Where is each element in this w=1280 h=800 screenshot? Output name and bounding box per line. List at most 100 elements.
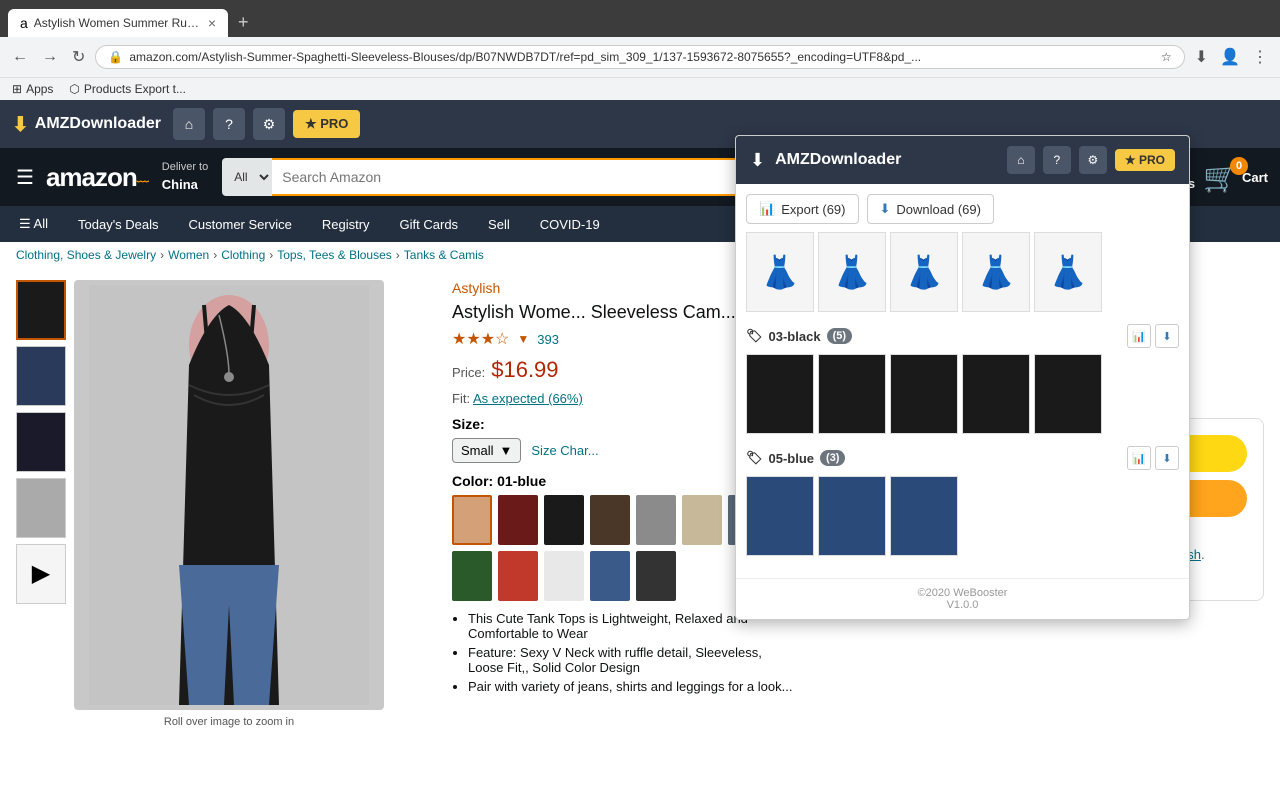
amz-footer-version: V1.0.0 bbox=[744, 599, 1181, 611]
color-swatch-12[interactable] bbox=[636, 551, 676, 601]
size-dropdown[interactable]: Small ▼ bbox=[452, 438, 521, 463]
amz-overlay-home-button[interactable]: ⌂ bbox=[1007, 146, 1035, 174]
color-swatch-6[interactable] bbox=[682, 495, 722, 545]
black-thumb-3[interactable] bbox=[890, 354, 958, 434]
address-bar[interactable]: 🔒 amazon.com/Astylish-Summer-Spaghetti-S… bbox=[95, 45, 1184, 69]
amz-action-bar: 📊 Export (69) ⬇ Download (69) bbox=[746, 194, 1179, 224]
products-export-bookmark[interactable]: ⬡ Products Export t... bbox=[69, 82, 186, 96]
main-product-image[interactable] bbox=[74, 280, 384, 710]
black-thumb-2[interactable] bbox=[818, 354, 886, 434]
thumbnail-5-video[interactable]: ▶ bbox=[16, 544, 66, 604]
breadcrumb-women[interactable]: Women bbox=[168, 248, 209, 262]
bullet-3: Pair with variety of jeans, shirts and l… bbox=[468, 679, 800, 694]
thumbnail-4[interactable] bbox=[16, 478, 66, 538]
amz-overlay-actions: ⌂ ? ⚙ ★ PRO bbox=[1007, 146, 1175, 174]
export-button[interactable]: 📊 Export (69) bbox=[746, 194, 859, 224]
amz-overlay-title: AMZDownloader bbox=[775, 151, 997, 169]
color-swatch-5[interactable] bbox=[636, 495, 676, 545]
thumbnail-3[interactable] bbox=[16, 412, 66, 472]
forward-button[interactable]: → bbox=[38, 44, 62, 70]
color-swatch-8[interactable] bbox=[452, 551, 492, 601]
section-black-export-button[interactable]: 📊 bbox=[1127, 324, 1151, 348]
reload-button[interactable]: ↻ bbox=[68, 43, 89, 71]
menu-button[interactable]: ⋮ bbox=[1248, 43, 1272, 71]
section-black-download-button[interactable]: ⬇ bbox=[1155, 324, 1179, 348]
breadcrumb-tops[interactable]: Tops, Tees & Blouses bbox=[277, 248, 392, 262]
amz-overlay-content: 📊 Export (69) ⬇ Download (69) 👗 👗 👗 👗 👗 bbox=[736, 184, 1189, 578]
amz-overlay-settings-button[interactable]: ⚙ bbox=[1079, 146, 1107, 174]
blue-thumb-2[interactable] bbox=[818, 476, 886, 556]
white-thumb-5[interactable]: 👗 bbox=[1034, 232, 1102, 312]
amz-pro-button[interactable]: ★ PRO bbox=[293, 110, 360, 138]
white-thumb-4[interactable]: 👗 bbox=[962, 232, 1030, 312]
download-manager-button[interactable]: ⬇ bbox=[1191, 43, 1212, 71]
nav-sell[interactable]: Sell bbox=[481, 212, 517, 237]
breadcrumb-clothing-shoes[interactable]: Clothing, Shoes & Jewelry bbox=[16, 248, 156, 262]
blue-thumb-3[interactable] bbox=[890, 476, 958, 556]
amz-settings-button[interactable]: ⚙ bbox=[253, 108, 285, 140]
amz-section-blue-actions: 📊 ⬇ bbox=[1127, 446, 1179, 470]
amz-white-images: 👗 👗 👗 👗 👗 bbox=[746, 232, 1179, 312]
color-swatch-9[interactable] bbox=[498, 551, 538, 601]
amz-overlay-help-button[interactable]: ? bbox=[1043, 146, 1071, 174]
blue-thumb-1[interactable] bbox=[746, 476, 814, 556]
price-value: $16.99 bbox=[491, 357, 558, 383]
black-thumb-1[interactable] bbox=[746, 354, 814, 434]
apps-bookmark[interactable]: ⊞ Apps bbox=[12, 82, 53, 96]
color-swatch-11[interactable] bbox=[590, 551, 630, 601]
nav-todays-deals[interactable]: Today's Deals bbox=[71, 212, 166, 237]
color-swatch-3[interactable] bbox=[544, 495, 584, 545]
fit-link[interactable]: As expected (66%) bbox=[473, 391, 583, 406]
thumbnail-1[interactable] bbox=[16, 280, 66, 340]
tag-icon: 🏷 bbox=[746, 328, 763, 344]
white-thumb-3[interactable]: 👗 bbox=[890, 232, 958, 312]
nav-registry[interactable]: Registry bbox=[315, 212, 377, 237]
amz-section-white: 👗 👗 👗 👗 👗 bbox=[746, 232, 1179, 312]
amz-home-button[interactable]: ⌂ bbox=[173, 108, 205, 140]
thumbnail-2[interactable] bbox=[16, 346, 66, 406]
toolbar-actions: ⬇ 👤 ⋮ bbox=[1191, 43, 1272, 71]
profile-button[interactable]: 👤 bbox=[1216, 43, 1244, 71]
new-tab-button[interactable]: + bbox=[230, 8, 257, 37]
bookmarks-bar: ⊞ Apps ⬡ Products Export t... bbox=[0, 77, 1280, 100]
logo-smile: ﹋ bbox=[137, 178, 148, 195]
white-thumb-1[interactable]: 👗 bbox=[746, 232, 814, 312]
white-thumb-2[interactable]: 👗 bbox=[818, 232, 886, 312]
breadcrumb-clothing[interactable]: Clothing bbox=[221, 248, 265, 262]
section-blue-export-button[interactable]: 📊 bbox=[1127, 446, 1151, 470]
color-swatch-4[interactable] bbox=[590, 495, 630, 545]
black-thumb-5[interactable] bbox=[1034, 354, 1102, 434]
color-swatch-10[interactable] bbox=[544, 551, 584, 601]
hamburger-menu-button[interactable]: ☰ bbox=[12, 161, 38, 194]
nav-gift-cards[interactable]: Gift Cards bbox=[393, 212, 466, 237]
download-icon: ⬇ bbox=[12, 112, 29, 137]
cart-count-badge: 0 bbox=[1230, 157, 1248, 175]
amz-ext-actions: ⌂ ? ⚙ ★ PRO bbox=[173, 108, 360, 140]
active-tab[interactable]: a Astylish Women Summer Ruffle... × bbox=[8, 9, 228, 37]
star-rating[interactable]: ★★★☆ bbox=[452, 329, 509, 349]
amz-overlay-pro-button[interactable]: ★ PRO bbox=[1115, 149, 1175, 171]
brand-link[interactable]: Astylish bbox=[452, 280, 500, 296]
size-chart-link[interactable]: Size Char... bbox=[531, 443, 598, 458]
nav-all[interactable]: ☰ All bbox=[12, 211, 55, 237]
bullet-points: This Cute Tank Tops is Lightweight, Rela… bbox=[452, 611, 800, 694]
main-image-container: Roll over image to zoom in bbox=[74, 280, 384, 730]
apps-grid-icon: ⊞ bbox=[12, 82, 22, 96]
nav-customer-service[interactable]: Customer Service bbox=[182, 212, 299, 237]
download-button[interactable]: ⬇ Download (69) bbox=[867, 194, 994, 224]
breadcrumb-tanks[interactable]: Tanks & Camis bbox=[404, 248, 484, 262]
cart-icon[interactable]: 🛒 0 Cart bbox=[1203, 161, 1268, 194]
amz-section-black-header: 🏷 03-black (5) 📊 ⬇ bbox=[746, 324, 1179, 348]
bookmark-star-icon[interactable]: ☆ bbox=[1161, 50, 1172, 64]
back-button[interactable]: ← bbox=[8, 44, 32, 70]
tab-close-button[interactable]: × bbox=[208, 15, 216, 31]
deliver-to[interactable]: Deliver to China bbox=[162, 160, 208, 194]
color-swatch-1[interactable] bbox=[452, 495, 492, 545]
nav-covid19[interactable]: COVID-19 bbox=[533, 212, 607, 237]
rating-count[interactable]: 393 bbox=[537, 332, 559, 347]
search-category-dropdown[interactable]: All bbox=[222, 158, 272, 196]
section-blue-download-button[interactable]: ⬇ bbox=[1155, 446, 1179, 470]
color-swatch-2[interactable] bbox=[498, 495, 538, 545]
amz-help-button[interactable]: ? bbox=[213, 108, 245, 140]
black-thumb-4[interactable] bbox=[962, 354, 1030, 434]
